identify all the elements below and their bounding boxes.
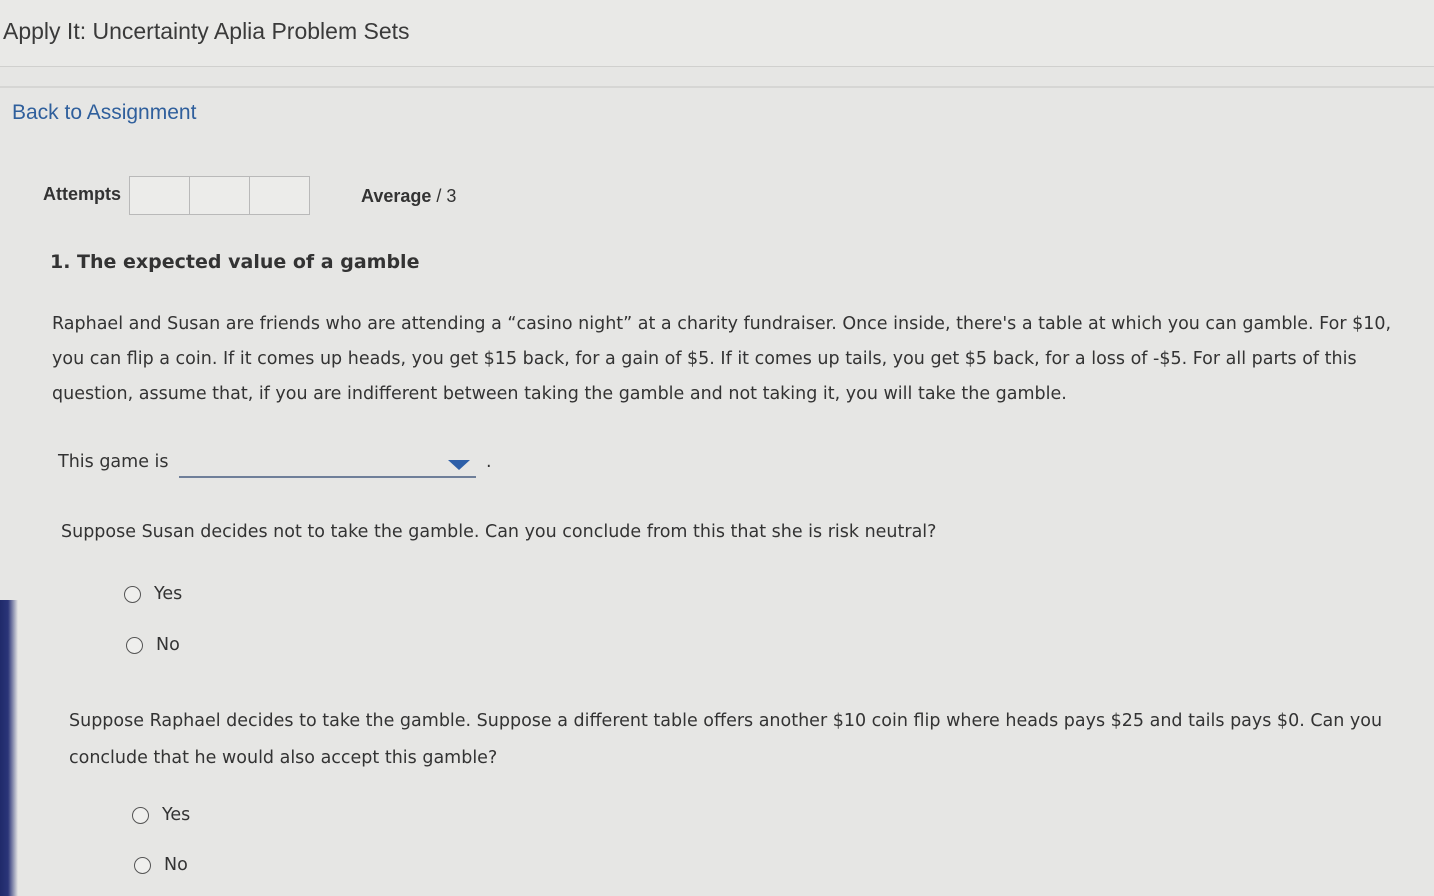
divider [0, 86, 1434, 88]
question-heading: 1. The expected value of a gamble [50, 251, 420, 273]
radio-button[interactable] [124, 585, 141, 603]
radio-button[interactable] [134, 856, 151, 874]
radio-label: Yes [162, 805, 191, 825]
question-paragraph: Raphael and Susan are friends who are at… [52, 314, 1392, 404]
header-bar: Apply It: Uncertainty Aplia Problem Sets [0, 0, 1434, 67]
radio-label: No [164, 855, 188, 875]
part2-option-yes[interactable]: Yes [124, 584, 182, 604]
dropdown-suffix: . [486, 452, 492, 472]
page-title: Apply It: Uncertainty Aplia Problem Sets [3, 18, 410, 44]
radio-button[interactable] [132, 806, 149, 824]
part3-question: Suppose Raphael decides to take the gamb… [69, 711, 1383, 768]
part2-option-no[interactable]: No [126, 635, 180, 655]
average-label: Average [361, 186, 432, 206]
game-type-dropdown[interactable] [179, 454, 476, 478]
average-score: Average / 3 [361, 186, 456, 207]
radio-button[interactable] [126, 636, 143, 654]
dropdown-prefix: This game is [58, 452, 169, 472]
part2-question: Suppose Susan decides not to take the ga… [61, 522, 937, 542]
radio-label: No [156, 635, 180, 655]
part3-option-no[interactable]: No [134, 855, 188, 875]
attempt-box [190, 177, 250, 214]
attempt-box [250, 177, 309, 214]
attempt-boxes [129, 176, 310, 215]
radio-label: Yes [154, 584, 183, 604]
part3-option-yes[interactable]: Yes [132, 805, 190, 825]
average-suffix: / 3 [436, 186, 457, 206]
attempts-label: Attempts [43, 184, 122, 204]
attempt-box [130, 177, 190, 214]
back-to-assignment-link[interactable]: Back to Assignment [12, 101, 196, 125]
chevron-down-icon[interactable] [448, 460, 470, 470]
window-edge [0, 600, 18, 896]
